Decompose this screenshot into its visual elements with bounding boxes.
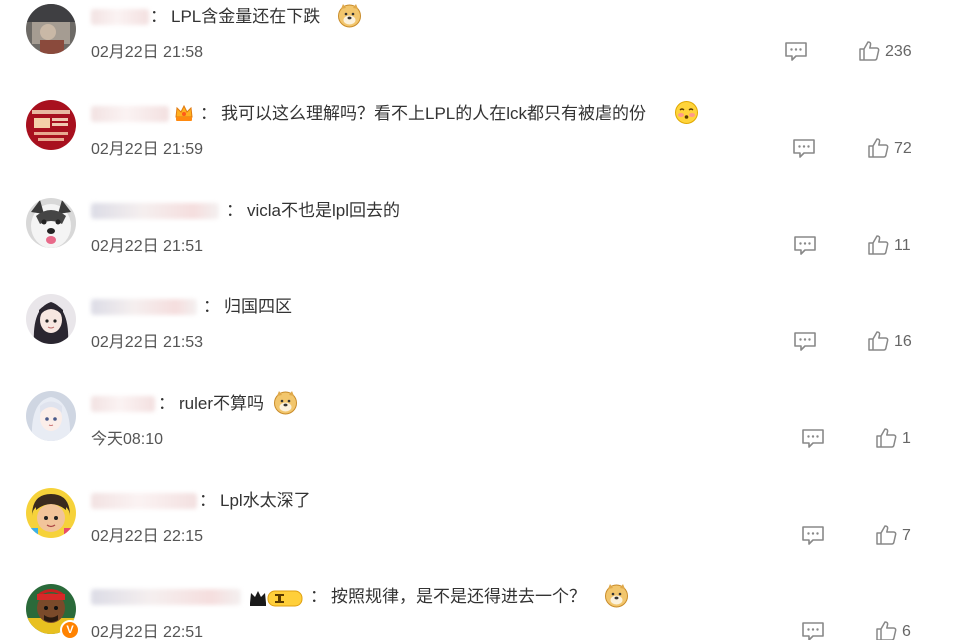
- like-count: 72: [894, 140, 912, 157]
- username-blurred[interactable]: [91, 203, 219, 219]
- comment-timestamp: 02月22日 21:53: [91, 334, 204, 351]
- avatar[interactable]: [26, 198, 76, 248]
- colon: ：: [158, 394, 175, 413]
- avatar[interactable]: [26, 391, 76, 441]
- colon: ：: [199, 491, 216, 510]
- comment-body: ruler不算吗: [179, 394, 265, 413]
- comment-timestamp: 02月22日 21:58: [91, 44, 204, 61]
- comment-timestamp: 02月22日 21:59: [91, 141, 204, 158]
- like-count: 16: [894, 333, 912, 350]
- colon: ：: [200, 104, 217, 123]
- colon: ：: [203, 297, 220, 316]
- thumbs-up-icon: [876, 428, 897, 448]
- comment-text: ： vicla不也是lpl回去的: [226, 200, 400, 222]
- like-count: 7: [902, 527, 911, 544]
- comment-timestamp: 02月22日 22:51: [91, 624, 204, 640]
- like-count: 6: [902, 623, 911, 640]
- comment-item: ： LPL含金量还在下跌 02月22日 21:58 236: [0, 0, 960, 97]
- colon: ：: [150, 7, 167, 26]
- thumbs-up-icon: [876, 525, 897, 545]
- comment-timestamp: 02月22日 22:15: [91, 528, 204, 545]
- doge-emoji: [604, 583, 629, 608]
- comment-text: ：归国四区: [203, 296, 292, 318]
- thumbs-up-icon: [868, 331, 889, 351]
- reply-comment-icon[interactable]: [793, 331, 817, 351]
- avatar[interactable]: [26, 4, 76, 54]
- thumbs-up-icon: [868, 235, 889, 255]
- comment-item: ： Lpl水太深了 02月22日 22:15 7: [0, 484, 960, 581]
- comment-item: ： vicla不也是lpl回去的 02月22日 21:51 11: [0, 194, 960, 291]
- comment-text: ： LPL含金量还在下跌: [150, 6, 320, 28]
- username-blurred[interactable]: [91, 493, 197, 509]
- thumbs-up-icon: [859, 41, 880, 61]
- username-blurred[interactable]: [91, 589, 241, 605]
- username-blurred[interactable]: [91, 106, 169, 122]
- comment-body: LPL含金量还在下跌: [171, 7, 321, 26]
- colon: ：: [310, 587, 327, 606]
- like-count: 1: [902, 430, 911, 447]
- avatar[interactable]: [26, 294, 76, 344]
- username-blurred[interactable]: [91, 396, 155, 412]
- reply-comment-icon[interactable]: [792, 138, 816, 158]
- comment-item: ： ruler不算吗 今天08:10 1: [0, 387, 960, 484]
- reply-comment-icon[interactable]: [801, 621, 825, 640]
- reply-comment-icon[interactable]: [784, 41, 808, 61]
- comment-body: 我可以这么理解吗？看不上LPL的人在lck都只有被虐的份: [221, 104, 647, 123]
- comment-body: 按照规律，是不是还得进去一个？: [331, 587, 586, 606]
- reply-comment-icon[interactable]: [801, 525, 825, 545]
- comment-text: ：我可以这么理解吗？看不上LPL的人在lck都只有被虐的份: [200, 103, 646, 125]
- thumbs-up-icon: [868, 138, 889, 158]
- comment-item: ：我可以这么理解吗？看不上LPL的人在lck都只有被虐的份 02月22日 21:…: [0, 97, 960, 194]
- crown-level-badge-icon: [246, 587, 304, 609]
- vip-verified-badge: V: [60, 620, 80, 640]
- comment-body: vicla不也是lpl回去的: [247, 201, 401, 220]
- comment-timestamp: 今天08:10: [91, 431, 164, 448]
- colon: ：: [226, 201, 243, 220]
- thumbs-up-icon: [876, 621, 897, 640]
- like-count: 11: [894, 237, 911, 254]
- comment-body: 归国四区: [224, 297, 292, 316]
- reply-comment-icon[interactable]: [801, 428, 825, 448]
- comment-item: ：按照规律，是不是还得进去一个？ 02月22日 22:51 6: [0, 580, 960, 640]
- comment-text: ： Lpl水太深了: [199, 490, 311, 512]
- shy-face-emoji: [674, 100, 699, 125]
- comment-timestamp: 02月22日 21:51: [91, 238, 204, 255]
- avatar[interactable]: [26, 100, 76, 150]
- comment-text: ：按照规律，是不是还得进去一个？: [310, 586, 586, 608]
- comment-list: ： LPL含金量还在下跌 02月22日 21:58 236 ： 我可以这么理解吗…: [0, 0, 960, 640]
- comment-text: ： ruler不算吗: [158, 393, 264, 415]
- reply-comment-icon[interactable]: [793, 235, 817, 255]
- username-blurred[interactable]: [91, 299, 197, 315]
- like-count: 236: [885, 43, 912, 60]
- comment-item: ：归国四区 02月22日 21:53 16: [0, 290, 960, 387]
- doge-emoji: [273, 390, 298, 415]
- crown-icon: [173, 102, 195, 124]
- doge-emoji: [337, 3, 362, 28]
- username-blurred[interactable]: [91, 9, 149, 25]
- avatar[interactable]: [26, 488, 76, 538]
- comment-body: Lpl水太深了: [220, 491, 311, 510]
